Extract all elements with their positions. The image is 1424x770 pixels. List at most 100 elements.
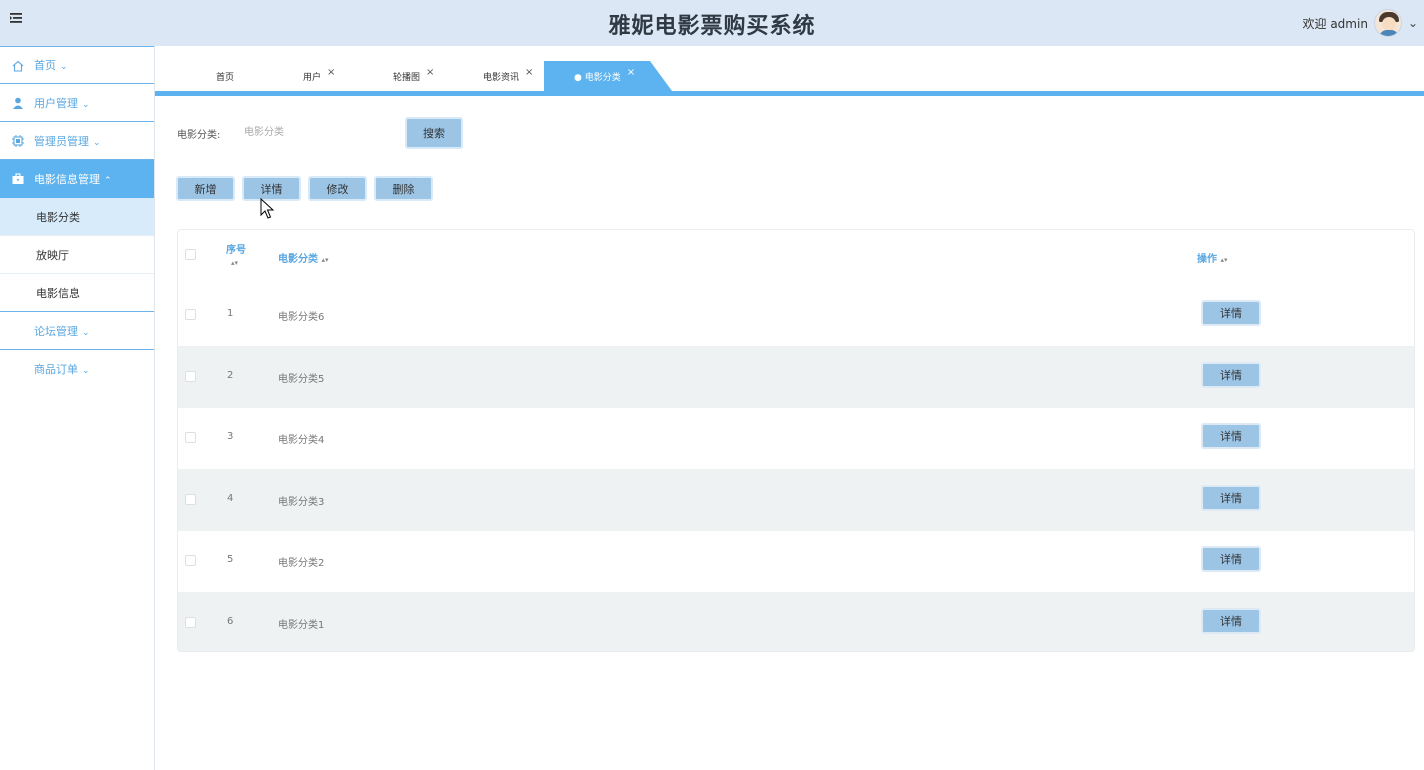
chevron-down-icon: ⌄: [60, 62, 68, 72]
row-index: 2: [227, 370, 234, 381]
row-checkbox[interactable]: [185, 617, 196, 628]
sidebar-subitem-hall[interactable]: 放映厅: [0, 236, 154, 274]
sidebar-item-label: 管理员管理: [34, 134, 89, 148]
row-index: 3: [227, 431, 234, 442]
row-category: 电影分类1: [278, 620, 325, 631]
close-icon[interactable]: ×: [426, 67, 434, 78]
table-row: 5 电影分类2 详情: [178, 530, 1414, 592]
row-checkbox[interactable]: [185, 555, 196, 566]
chevron-down-icon: ⌄: [82, 366, 90, 376]
chevron-down-icon: ⌄: [93, 137, 101, 148]
sidebar-subitem-label: 放映厅: [36, 248, 69, 262]
sidebar-item-label: 首页: [34, 59, 56, 72]
tab-label: 电影资讯: [483, 72, 520, 83]
column-header-category[interactable]: 电影分类 ▴▾: [278, 250, 329, 265]
row-category: 电影分类3: [278, 497, 325, 508]
welcome-text: 欢迎 admin: [1302, 16, 1368, 31]
sidebar-subitem-movie-category[interactable]: 电影分类: [0, 198, 154, 236]
row-detail-button[interactable]: 详情: [1201, 608, 1261, 634]
tab-users[interactable]: 用户 ×: [303, 61, 335, 91]
app-title: 雅妮电影票购买系统: [608, 14, 816, 39]
table-header: 序号 ▴▾ 电影分类 ▴▾ 操作 ▴▾: [178, 230, 1414, 284]
tab-label: ● 电影分类: [574, 72, 621, 83]
sidebar-subitem-movie-info[interactable]: 电影信息: [0, 274, 154, 312]
sidebar-subitem-label: 电影信息: [36, 286, 80, 300]
column-header-label: 序号: [226, 245, 246, 256]
search-button[interactable]: 搜索: [405, 117, 463, 149]
row-detail-button[interactable]: 详情: [1201, 485, 1261, 511]
row-detail-button[interactable]: 详情: [1201, 546, 1261, 572]
row-checkbox[interactable]: [185, 371, 196, 382]
sidebar-item-movie-info-management[interactable]: 电影信息管理 ⌃: [0, 160, 154, 198]
tab-label: 轮播图: [393, 72, 421, 83]
user-icon: [13, 97, 23, 109]
sidebar-subitem-label: 电影分类: [36, 210, 80, 224]
search-input[interactable]: [236, 118, 396, 146]
top-header: 雅妮电影票购买系统 欢迎 admin ⌄: [0, 0, 1424, 46]
sidebar-item-home[interactable]: 首页 ⌄: [0, 46, 154, 84]
tab-movie-category[interactable]: ● 电影分类 ×: [544, 61, 672, 91]
sidebar: 首页 ⌄ 用户管理 ⌄ 管理员管理 ⌄ 电影信息管理 ⌃ 电影分类 放映厅 电影信息 论…: [0, 46, 155, 770]
chevron-down-icon[interactable]: ⌄: [1408, 16, 1418, 30]
close-icon[interactable]: ×: [327, 67, 335, 78]
row-checkbox[interactable]: [185, 309, 196, 320]
chevron-down-icon: ⌄: [82, 99, 90, 110]
column-header-action[interactable]: 操作 ▴▾: [1197, 250, 1228, 265]
row-detail-button[interactable]: 详情: [1201, 362, 1261, 388]
tab-carousel[interactable]: 轮播图 ×: [393, 61, 434, 91]
row-category: 电影分类6: [278, 312, 325, 323]
chevron-down-icon: ⌄: [82, 327, 90, 338]
row-category: 电影分类5: [278, 374, 325, 385]
home-icon: [12, 60, 24, 72]
row-index: 5: [227, 554, 234, 565]
row-checkbox[interactable]: [185, 494, 196, 505]
row-detail-button[interactable]: 详情: [1201, 423, 1261, 449]
row-index: 4: [227, 493, 234, 504]
chip-icon: [12, 135, 24, 147]
row-category: 电影分类2: [278, 558, 325, 569]
tab-bar: 首页 用户 × 轮播图 × 电影资讯 × ● 电影分类 ×: [155, 46, 1424, 96]
tab-underline: [155, 91, 1424, 96]
row-checkbox[interactable]: [185, 432, 196, 443]
sidebar-item-label: 商品订单: [34, 363, 78, 376]
edit-button[interactable]: 修改: [308, 176, 367, 201]
column-header-label: 操作: [1197, 254, 1217, 265]
tab-home[interactable]: 首页: [216, 61, 234, 91]
row-category: 电影分类4: [278, 435, 325, 446]
sidebar-item-label: 论坛管理: [34, 324, 78, 338]
column-header-label: 电影分类: [278, 254, 318, 265]
delete-button[interactable]: 删除: [374, 176, 433, 201]
sort-icon[interactable]: ▴▾: [321, 256, 328, 264]
table-row: 6 电影分类1 详情: [178, 592, 1414, 651]
row-index: 1: [227, 308, 234, 319]
sort-icon[interactable]: ▴▾: [1220, 256, 1227, 264]
sidebar-item-label: 电影信息管理: [34, 173, 100, 186]
close-icon[interactable]: ×: [525, 67, 533, 78]
avatar[interactable]: [1373, 9, 1402, 37]
row-detail-button[interactable]: 详情: [1201, 300, 1261, 326]
user-menu[interactable]: 欢迎 admin ⌄: [1303, 4, 1418, 42]
sidebar-item-user-management[interactable]: 用户管理 ⌄: [0, 84, 154, 122]
chevron-up-icon: ⌃: [104, 176, 112, 186]
briefcase-icon: [12, 173, 24, 184]
sort-icon[interactable]: ▴▾: [231, 259, 238, 267]
sidebar-item-label: 用户管理: [34, 96, 78, 110]
table-row: 4 电影分类3 详情: [178, 469, 1414, 531]
row-index: 6: [227, 616, 234, 627]
sidebar-item-admin-management[interactable]: 管理员管理 ⌄: [0, 122, 154, 160]
sidebar-item-product-orders[interactable]: 商品订单 ⌄: [0, 350, 154, 388]
mouse-cursor-icon: [260, 198, 274, 219]
table-row: 1 电影分类6 详情: [178, 284, 1414, 346]
sidebar-item-forum-management[interactable]: 论坛管理 ⌄: [0, 312, 154, 350]
table-row: 3 电影分类4 详情: [178, 407, 1414, 469]
tab-label: 用户: [303, 72, 322, 83]
select-all-checkbox[interactable]: [185, 249, 196, 260]
column-header-index[interactable]: 序号: [226, 241, 246, 256]
tab-label: 首页: [216, 72, 235, 83]
tab-movie-news[interactable]: 电影资讯 ×: [483, 61, 533, 91]
data-table: 序号 ▴▾ 电影分类 ▴▾ 操作 ▴▾ 1 电影分类6 详情 2 电影分类5 详…: [177, 229, 1415, 652]
add-button[interactable]: 新增: [176, 176, 235, 201]
search-label: 电影分类:: [177, 130, 221, 141]
table-row: 2 电影分类5 详情: [178, 346, 1414, 408]
close-icon[interactable]: ×: [627, 67, 635, 78]
